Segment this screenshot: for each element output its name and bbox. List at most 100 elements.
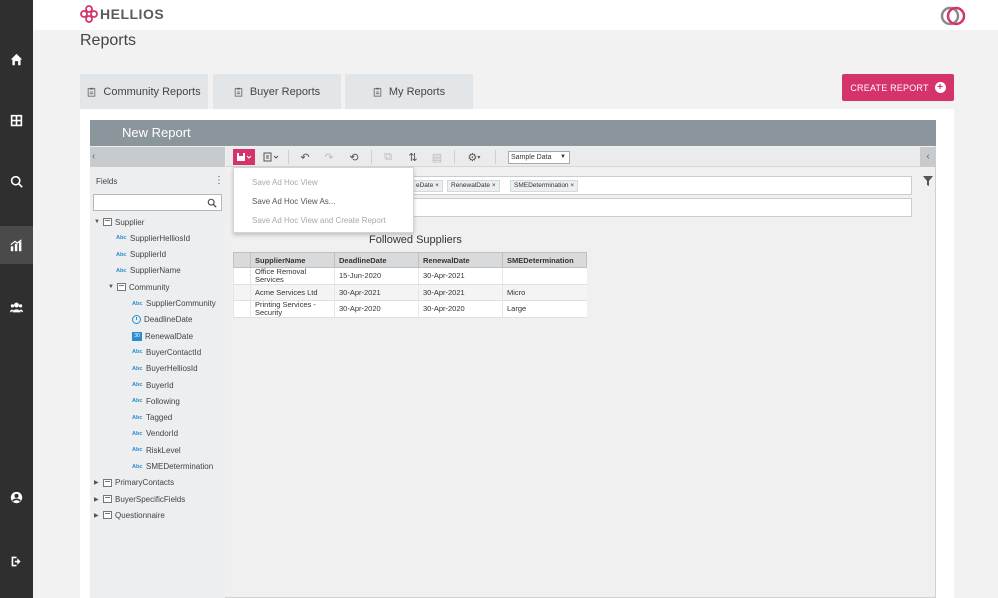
field-tree-item[interactable]: Abc RiskLevel xyxy=(132,443,181,457)
filter-icon[interactable] xyxy=(923,176,933,186)
field-tree-item[interactable]: Abc SupplierId xyxy=(116,248,166,262)
table-row[interactable]: Printing Services - Security 30-Apr-2020 30… xyxy=(233,300,587,318)
sample-data-select[interactable]: Sample Data ▼ xyxy=(508,151,570,164)
caret-right-icon[interactable]: ▶ xyxy=(94,496,100,503)
field-label: VendorId xyxy=(146,429,179,439)
table-cell: 30-Apr-2020 xyxy=(418,300,503,318)
text-field-icon: Abc xyxy=(132,382,143,388)
column-header[interactable]: DeadlineDate xyxy=(334,252,419,268)
field-label: Supplier xyxy=(115,217,145,227)
column-header[interactable]: RenewalDate xyxy=(418,252,503,268)
nav-people[interactable] xyxy=(0,288,33,326)
field-tree-item[interactable]: Abc VendorId xyxy=(132,427,178,441)
create-report-button[interactable]: CREATE REPORT + xyxy=(842,74,954,101)
fields-collapse-bar[interactable]: ‹ xyxy=(90,147,225,167)
menu-item-save-as[interactable]: Save Ad Hoc View As... xyxy=(252,197,335,206)
fields-title: Fields xyxy=(96,177,118,186)
toolbar-divider xyxy=(371,150,372,164)
clipboard-icon xyxy=(373,87,382,97)
save-menu-button[interactable] xyxy=(233,149,255,165)
field-tree-item[interactable]: Abc SMEDetermination xyxy=(132,460,213,474)
search-icon xyxy=(10,175,23,188)
field-label: SMEDetermination xyxy=(146,462,214,471)
toolbar-divider xyxy=(495,150,496,164)
text-field-icon: Abc xyxy=(132,365,143,372)
text-field-icon: Abc xyxy=(116,235,127,242)
column-pill[interactable]: RenewalDate × xyxy=(447,180,500,192)
nav-reports[interactable] xyxy=(0,226,33,264)
caret-down-icon[interactable]: ▼ xyxy=(108,284,114,290)
search-icon xyxy=(207,198,217,208)
logout-icon xyxy=(11,556,21,566)
table-title: Followed Suppliers xyxy=(369,234,462,246)
table-cell: 15-Jun-2020 xyxy=(334,267,419,285)
chevron-left-icon[interactable]: ‹ xyxy=(920,147,936,167)
table-row[interactable]: Office Removal Services 15-Jun-2020 30-Apr-… xyxy=(233,267,587,285)
folder-icon xyxy=(103,495,112,504)
nav-home[interactable] xyxy=(0,40,33,78)
field-label: BuyerId xyxy=(146,380,174,390)
kebab-menu-icon[interactable]: ⋮ xyxy=(214,175,224,186)
tab-my-reports[interactable]: My Reports xyxy=(345,74,473,109)
field-tree-item[interactable]: Abc BuyerHelliosId xyxy=(132,362,198,376)
caret-right-icon[interactable]: ▶ xyxy=(94,512,100,519)
chevron-left-icon: ‹ xyxy=(92,151,96,162)
field-tree-item[interactable]: Abc SupplierCommunity xyxy=(132,297,216,311)
text-field-icon: Abc xyxy=(116,267,127,274)
caret-right-icon[interactable]: ▶ xyxy=(94,479,100,486)
tab-label: My Reports xyxy=(388,85,446,98)
field-tree-item[interactable]: ▶ PrimaryContacts xyxy=(94,476,174,490)
column-pill[interactable]: eDate × xyxy=(412,180,443,192)
export-menu-button[interactable] xyxy=(260,149,282,165)
field-tree-item[interactable]: ▶ BuyerSpecificFields xyxy=(94,492,185,506)
field-tree-item[interactable]: ▼ Supplier xyxy=(94,215,144,229)
brand-logo[interactable]: HELLIOS xyxy=(80,5,164,23)
nav-account[interactable] xyxy=(0,478,33,516)
tab-community-reports[interactable]: Community Reports xyxy=(80,74,208,109)
table-cell: 30-Apr-2021 xyxy=(334,284,419,301)
field-tree-item[interactable]: Abc Following xyxy=(132,394,180,408)
field-tree-item[interactable]: Abc BuyerId xyxy=(132,378,174,392)
settings-gear-icon[interactable]: ⚙ ▾ xyxy=(463,149,485,165)
field-tree-item[interactable]: 30 RenewalDate xyxy=(132,329,193,343)
table-cell: Office Removal Services xyxy=(250,267,335,285)
field-label: Questionnaire xyxy=(115,510,165,520)
remove-icon[interactable]: × xyxy=(492,182,496,189)
remove-icon[interactable]: × xyxy=(570,182,574,189)
sort-icon[interactable]: ⇅ xyxy=(405,149,421,165)
tab-buyer-reports[interactable]: Buyer Reports xyxy=(213,74,341,109)
undo-icon[interactable]: ↶ xyxy=(297,149,313,165)
nav-logout[interactable] xyxy=(0,542,33,580)
save-icon xyxy=(237,153,252,161)
caret-down-icon[interactable]: ▼ xyxy=(94,219,100,225)
nav-search[interactable] xyxy=(0,162,33,200)
redo-icon[interactable]: ↷ xyxy=(321,149,337,165)
pivot-icon[interactable]: ⧉ xyxy=(380,149,396,165)
field-tree-item[interactable]: DeadlineDate xyxy=(132,313,192,327)
column-header[interactable]: SMEDetermination xyxy=(502,252,587,268)
table-row[interactable]: Acme Services Ltd 30-Apr-2021 30-Apr-2021 M… xyxy=(233,284,587,301)
remove-icon[interactable]: × xyxy=(435,182,439,189)
table-cell: Printing Services - Security xyxy=(250,300,335,318)
field-tree-item[interactable]: Abc BuyerContactId xyxy=(132,345,201,359)
column-header[interactable]: SupplierName xyxy=(250,252,335,268)
create-report-label: CREATE REPORT xyxy=(850,82,929,93)
home-icon xyxy=(10,53,23,65)
layout-icon[interactable]: ▤ xyxy=(429,149,445,165)
field-tree-item[interactable]: Abc SupplierHelliosId xyxy=(116,231,190,245)
undo-all-icon[interactable]: ⟲ xyxy=(346,149,362,165)
field-label: RiskLevel xyxy=(146,445,181,455)
column-pill[interactable]: SMEDetermination × xyxy=(510,180,579,192)
row-stub xyxy=(233,284,251,301)
user-avatar-icon[interactable] xyxy=(940,6,968,26)
field-tree-item[interactable]: Abc SupplierName xyxy=(116,264,181,278)
nav-grid[interactable] xyxy=(0,101,33,139)
field-label: PrimaryContacts xyxy=(115,478,175,488)
table-cell: Micro xyxy=(502,284,587,301)
field-tree-item[interactable]: Abc Tagged xyxy=(132,411,172,425)
header-stub xyxy=(233,252,251,268)
field-tree-item[interactable]: ▶ Questionnaire xyxy=(94,508,165,522)
table-cell: 30-Apr-2020 xyxy=(334,300,419,318)
field-tree-item[interactable]: ▼ Community xyxy=(108,280,169,294)
fields-search-input[interactable] xyxy=(93,194,222,211)
